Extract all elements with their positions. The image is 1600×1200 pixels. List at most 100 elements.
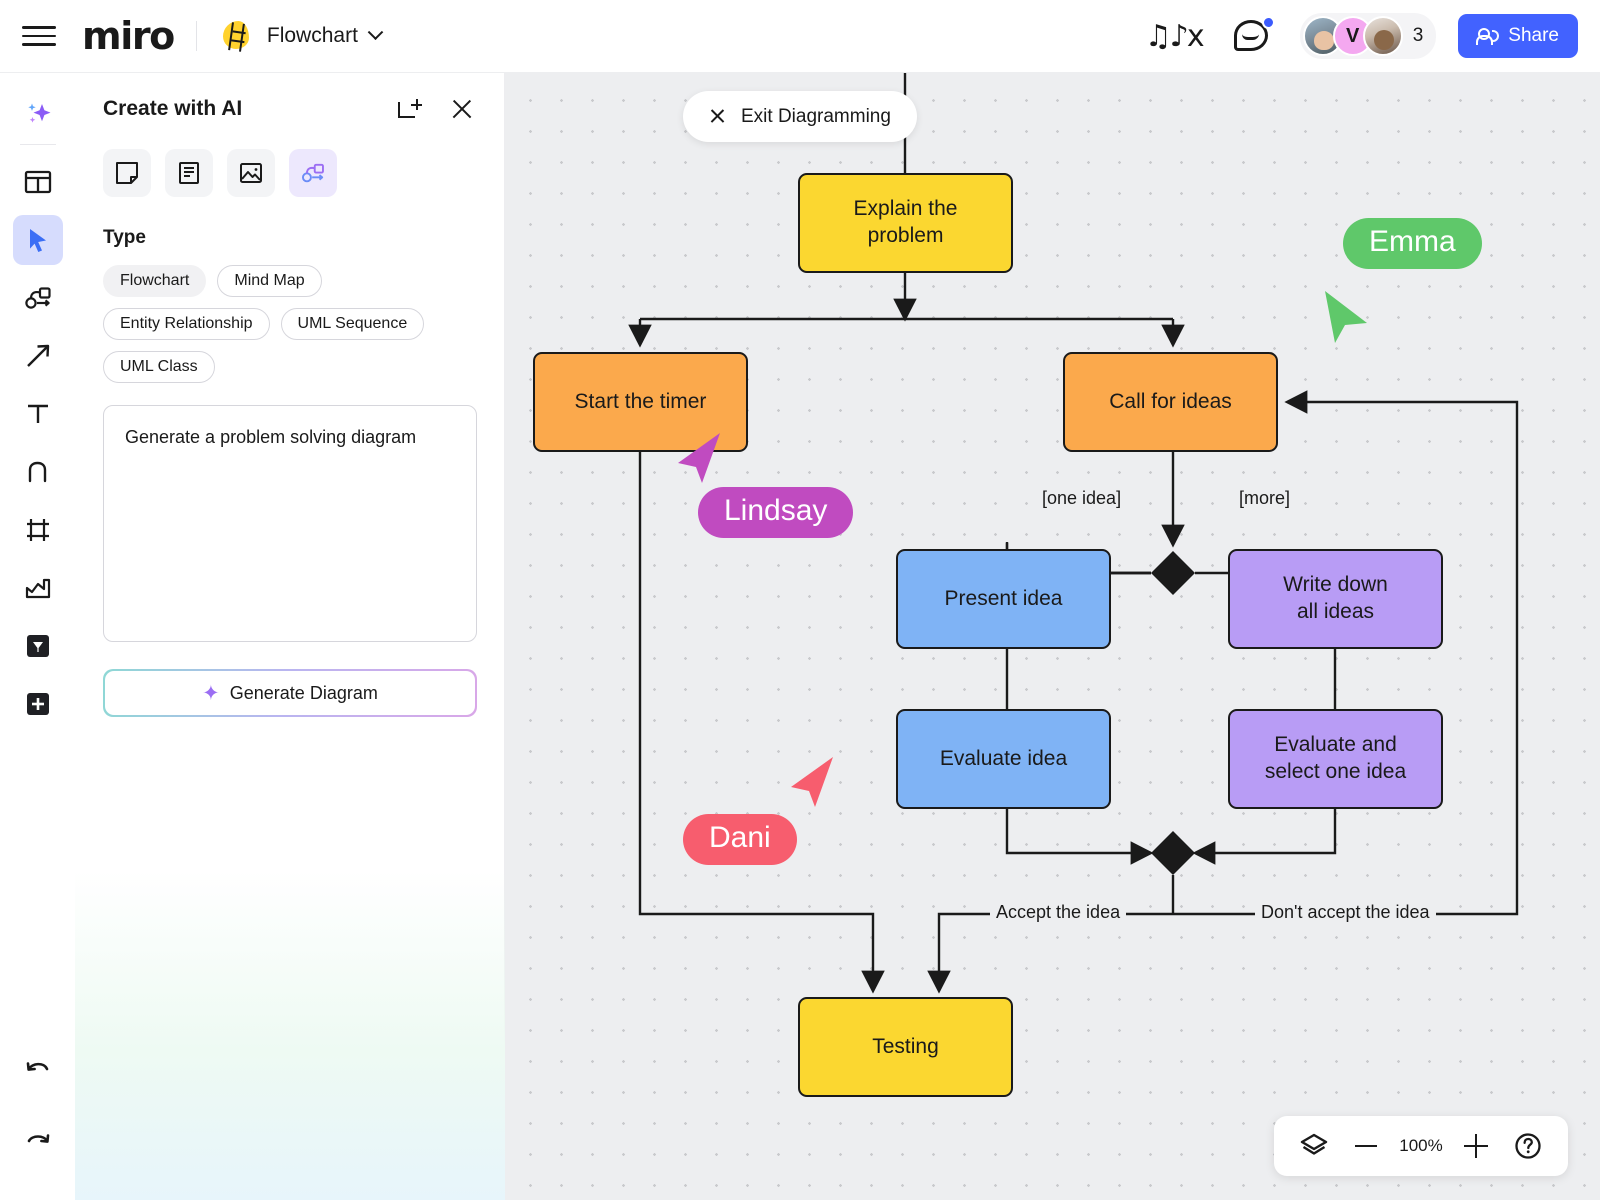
divider [195,21,197,51]
undo-arrow-icon [26,1062,48,1071]
cursor-name: Dani [709,821,771,854]
minus-icon [1355,1144,1377,1148]
top-bar: miro Flowchart ♫♪x V 3 Share [0,0,1600,73]
edge-label-more: [more] [1233,488,1297,509]
flow-node-evaluate-and-select[interactable]: Evaluate and select one idea [1228,709,1443,809]
text-document-mode-button[interactable] [165,149,213,197]
toolbar-history-controls [13,1044,63,1200]
flow-node-label: Explain the problem [853,197,958,247]
undo-button[interactable] [13,1044,63,1094]
type-chip-entity-relationship[interactable]: Entity Relationship [103,308,270,340]
flow-node-label: Write down all ideas [1283,573,1388,623]
panel-gradient [75,870,505,1200]
cursor-label-lindsay: Lindsay [698,487,854,538]
sidebar-item-shapes[interactable] [13,273,63,323]
layers-button[interactable] [1288,1120,1340,1172]
type-chip-mind-map[interactable]: Mind Map [217,265,322,297]
sidebar-item-more[interactable] [13,679,63,729]
help-button[interactable] [1502,1120,1554,1172]
flow-node-label: Start the timer [574,389,707,413]
edge-label-dont-accept: Don't accept the idea [1255,902,1436,923]
cursor-pointer-dani [791,757,833,807]
type-chip-uml-sequence[interactable]: UML Sequence [280,308,425,340]
flow-node-present-idea[interactable]: Present idea [896,549,1111,649]
document-icon [179,162,199,184]
sidebar-item-pen[interactable] [13,447,63,497]
sidebar-item-apps[interactable] [13,621,63,671]
templates-icon [24,170,51,194]
diagram-icon [301,163,324,183]
sidebar-item-frame[interactable] [13,505,63,555]
avatar[interactable] [1362,16,1403,56]
zoom-level-label[interactable]: 100% [1392,1136,1450,1156]
cursor-name: Emma [1369,225,1456,258]
apps-icon [26,635,49,657]
cursor-pointer-emma [1325,291,1367,343]
board-title[interactable]: Flowchart [267,24,358,48]
flow-node-label: Call for ideas [1109,389,1232,413]
layers-icon [1300,1133,1328,1155]
cursor-pointer-lindsay [678,433,720,483]
frame-icon [26,519,49,541]
sticky-note-icon [116,162,138,184]
board-thumbnail-icon [219,19,253,53]
board-canvas[interactable]: Exit Diagramming Explain the problem Sta… [505,73,1600,1200]
type-chip-uml-class[interactable]: UML Class [103,351,215,383]
sticky-note-mode-button[interactable] [103,149,151,197]
diagram-mode-button[interactable] [289,149,337,197]
cursor-label-dani: Dani [683,814,797,865]
chart-icon [25,578,50,599]
ai-mode-buttons [103,149,476,197]
avatar-count: 3 [1412,25,1424,46]
sidebar-item-text[interactable] [13,389,63,439]
flow-node-label: Evaluate idea [939,746,1068,770]
question-mark-icon [1515,1133,1541,1159]
left-toolbar [0,73,75,1200]
plus-icon [26,693,49,715]
cursor-arrow-icon [29,229,46,252]
sidebar-item-ai[interactable] [13,89,63,145]
flow-node-call-for-ideas[interactable]: Call for ideas [1063,352,1278,452]
diagram-icon [24,287,51,309]
edge-label-one-idea: [one idea] [1036,488,1128,509]
decision-diamond [1151,831,1195,875]
flow-node-label: Evaluate and select one idea [1264,733,1407,783]
people-icon [1476,27,1500,45]
sidebar-item-arrow[interactable] [13,331,63,381]
flow-node-testing[interactable]: Testing [798,997,1013,1097]
sidebar-item-templates[interactable] [13,157,63,207]
zoom-out-button[interactable] [1340,1120,1392,1172]
flow-node-evaluate-idea[interactable]: Evaluate idea [896,709,1111,809]
open-in-new-icon[interactable] [398,95,426,123]
zoom-in-button[interactable] [1450,1120,1502,1172]
flow-node-write-down-all-ideas[interactable]: Write down all ideas [1228,549,1443,649]
generate-diagram-button[interactable]: ✦ Generate Diagram [103,669,477,717]
close-icon[interactable] [448,95,476,123]
collaborator-avatars[interactable]: V 3 [1299,13,1437,59]
redo-button[interactable] [13,1116,63,1166]
chat-activity-icon[interactable] [1232,16,1276,56]
hamburger-menu-icon[interactable] [22,19,56,53]
sparkle-icon [27,103,50,123]
sidebar-item-chart[interactable] [13,563,63,613]
cursor-label-emma: Emma [1343,218,1482,269]
share-button[interactable]: Share [1458,14,1578,58]
type-section-label: Type [103,227,146,248]
exit-diagramming-button[interactable]: Exit Diagramming [683,91,917,142]
top-bar-right: ♫♪x V 3 Share [1144,13,1600,59]
music-notes-icon[interactable]: ♫♪x [1144,19,1205,54]
type-chip-flowchart[interactable]: Flowchart [103,265,207,297]
create-with-ai-panel: Create with AI Type Flowchart Mind Map E… [75,73,505,1200]
flow-node-explain[interactable]: Explain the problem [798,173,1013,273]
panel-title: Create with AI [103,97,243,120]
image-mode-button[interactable] [227,149,275,197]
prompt-input[interactable] [103,405,477,642]
sidebar-item-select[interactable] [12,215,63,265]
chevron-down-icon[interactable] [367,23,384,40]
miro-logo: miro [82,14,175,58]
panel-header: Create with AI [103,95,476,123]
text-t-icon [27,404,48,423]
arrow-icon [26,344,49,367]
miro-board-app: miro Flowchart ♫♪x V 3 Share Create with… [0,0,1600,1200]
flow-node-label: Testing [872,1034,939,1058]
